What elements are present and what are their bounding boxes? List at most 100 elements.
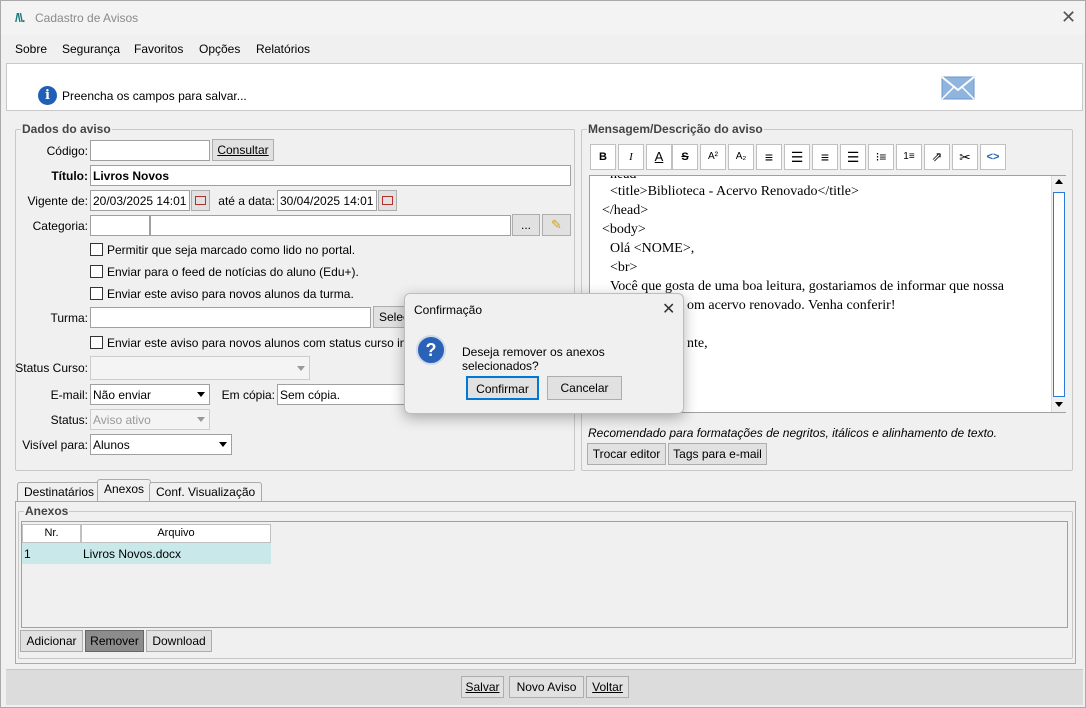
novo-aviso-button[interactable]: Novo Aviso: [509, 676, 584, 698]
menu-favoritos[interactable]: Favoritos: [134, 42, 183, 56]
visivel-select[interactable]: Alunos: [90, 434, 232, 455]
scroll-up-icon[interactable]: [1055, 179, 1063, 184]
calendar-icon: [195, 196, 206, 205]
editor-line: <title>Biblioteca - Acervo Renovado</tit…: [610, 184, 859, 199]
ate-label: até a data:: [218, 194, 275, 208]
menu-relatorios[interactable]: Relatórios: [256, 42, 310, 56]
chevron-down-icon: [297, 366, 305, 371]
categoria-name-input[interactable]: [150, 215, 511, 236]
novos-checkbox-label: Enviar este aviso para novos alunos da t…: [107, 287, 354, 301]
close-icon[interactable]: ✕: [1061, 7, 1076, 28]
vigente-input[interactable]: 20/03/2025 14:01: [90, 190, 190, 211]
tab-anexos[interactable]: Anexos: [97, 479, 152, 502]
status-curso-select[interactable]: [90, 356, 310, 380]
status-label: Status:: [50, 413, 88, 427]
info-panel: i Preencha os campos para salvar...: [6, 63, 1083, 111]
align-right-icon[interactable]: ≡: [812, 144, 838, 170]
download-button[interactable]: Download: [146, 630, 212, 652]
remover-button[interactable]: Remover: [85, 630, 144, 652]
vigente-calendar-button[interactable]: [191, 190, 210, 211]
tab-conf-visualizacao[interactable]: Conf. Visualização: [149, 482, 263, 502]
close-icon[interactable]: ✕: [662, 299, 675, 319]
superscript-button[interactable]: A²: [700, 144, 726, 170]
email-label: E-mail:: [50, 388, 88, 402]
email-select[interactable]: Não enviar: [90, 384, 210, 405]
categoria-code-input[interactable]: [90, 215, 150, 236]
feed-checkbox[interactable]: [90, 265, 103, 278]
editor-line: Olá <NOME>,: [610, 241, 695, 256]
cut-icon[interactable]: ✂: [952, 144, 978, 170]
info-icon: i: [38, 86, 57, 105]
editor-scrollbar[interactable]: [1051, 176, 1066, 412]
footer-bar: Salvar Novo Aviso Voltar: [6, 669, 1083, 705]
italic-button[interactable]: I: [618, 144, 644, 170]
status-curso-checkbox[interactable]: [90, 336, 103, 349]
portal-checkbox-label: Permitir que seja marcado como lido no p…: [107, 243, 356, 257]
status-value: Aviso ativo: [93, 413, 151, 427]
ate-input[interactable]: 30/04/2025 14:01: [277, 190, 377, 211]
title-bar: /\\. Cadastro de Avisos ✕: [1, 1, 1085, 35]
bold-button[interactable]: B: [590, 144, 616, 170]
feed-checkbox-label: Enviar para o feed de notícias do aluno …: [107, 265, 359, 279]
editor-line: nte,: [687, 336, 708, 351]
number-list-icon[interactable]: 1≡: [896, 144, 922, 170]
titulo-input[interactable]: Livros Novos: [90, 165, 571, 186]
trocar-editor-button[interactable]: Trocar editor: [587, 443, 666, 465]
question-icon: ?: [416, 335, 446, 365]
align-center-icon[interactable]: ☰: [784, 144, 810, 170]
tab-destinatarios[interactable]: Destinatários: [17, 482, 102, 502]
chevron-down-icon: [197, 392, 205, 397]
editor-line: </head>: [602, 203, 649, 218]
salvar-button[interactable]: Salvar: [461, 676, 504, 698]
voltar-button[interactable]: Voltar: [586, 676, 629, 698]
header-arquivo[interactable]: Arquivo: [81, 524, 271, 543]
portal-checkbox[interactable]: [90, 243, 103, 256]
menu-opcoes[interactable]: Opções: [199, 42, 240, 56]
header-nr[interactable]: Nr.: [22, 524, 81, 543]
status-curso-checkbox-label: Enviar este aviso para novos alunos com …: [107, 336, 414, 350]
anexos-table: Nr. Arquivo 1 Livros Novos.docx: [21, 521, 1068, 628]
justify-icon[interactable]: ☰: [840, 144, 866, 170]
visivel-label: Visível para:: [22, 438, 88, 452]
scroll-thumb[interactable]: [1053, 192, 1065, 397]
editor-line: om acervo renovado. Venha conferir!: [687, 298, 896, 313]
cancelar-button[interactable]: Cancelar: [547, 376, 622, 400]
bullet-list-icon[interactable]: ⁝≡: [868, 144, 894, 170]
subscript-button[interactable]: A₂: [728, 144, 754, 170]
chevron-down-icon: [197, 417, 205, 422]
menu-sobre[interactable]: Sobre: [15, 42, 47, 56]
visivel-value: Alunos: [93, 438, 130, 452]
code-icon[interactable]: <>: [980, 144, 1006, 170]
tags-email-button[interactable]: Tags para e-mail: [668, 443, 767, 465]
confirmar-button[interactable]: Confirmar: [466, 376, 539, 400]
status-select[interactable]: Aviso ativo: [90, 409, 210, 430]
turma-input[interactable]: [90, 307, 371, 328]
categoria-search-button[interactable]: ...: [512, 214, 540, 236]
codigo-input[interactable]: [90, 140, 210, 161]
copia-value: Sem cópia.: [280, 388, 341, 402]
app-logo-icon: /\\.: [15, 11, 25, 25]
menu-bar: Sobre Segurança Favoritos Opções Relatór…: [1, 37, 1085, 61]
scroll-down-icon[interactable]: [1055, 402, 1063, 407]
table-row[interactable]: 1 Livros Novos.docx: [22, 543, 271, 564]
window-title: Cadastro de Avisos: [35, 11, 139, 25]
confirm-dialog: Confirmação ✕ ? Deseja remover os anexos…: [404, 293, 684, 414]
ate-calendar-button[interactable]: [378, 190, 397, 211]
categoria-edit-button[interactable]: ✎: [542, 214, 571, 236]
envelope-icon: [941, 76, 975, 100]
turma-label: Turma:: [50, 311, 88, 325]
adicionar-button[interactable]: Adicionar: [20, 630, 83, 652]
align-left-icon[interactable]: ≡: [756, 144, 782, 170]
titulo-label: Título:: [51, 169, 88, 183]
dialog-title: Confirmação: [414, 303, 483, 317]
menu-seguranca[interactable]: Segurança: [62, 42, 120, 56]
editor-hint: Recomendado para formatações de negritos…: [588, 426, 997, 440]
font-color-button[interactable]: A: [646, 144, 672, 170]
strikethrough-button[interactable]: S: [672, 144, 698, 170]
novos-checkbox[interactable]: [90, 287, 103, 300]
consultar-button[interactable]: Consultar: [212, 139, 274, 161]
copia-select[interactable]: Sem cópia.: [277, 384, 407, 405]
external-link-icon[interactable]: ⇗: [924, 144, 950, 170]
dados-legend: Dados do aviso: [21, 122, 112, 136]
email-value: Não enviar: [93, 388, 152, 402]
